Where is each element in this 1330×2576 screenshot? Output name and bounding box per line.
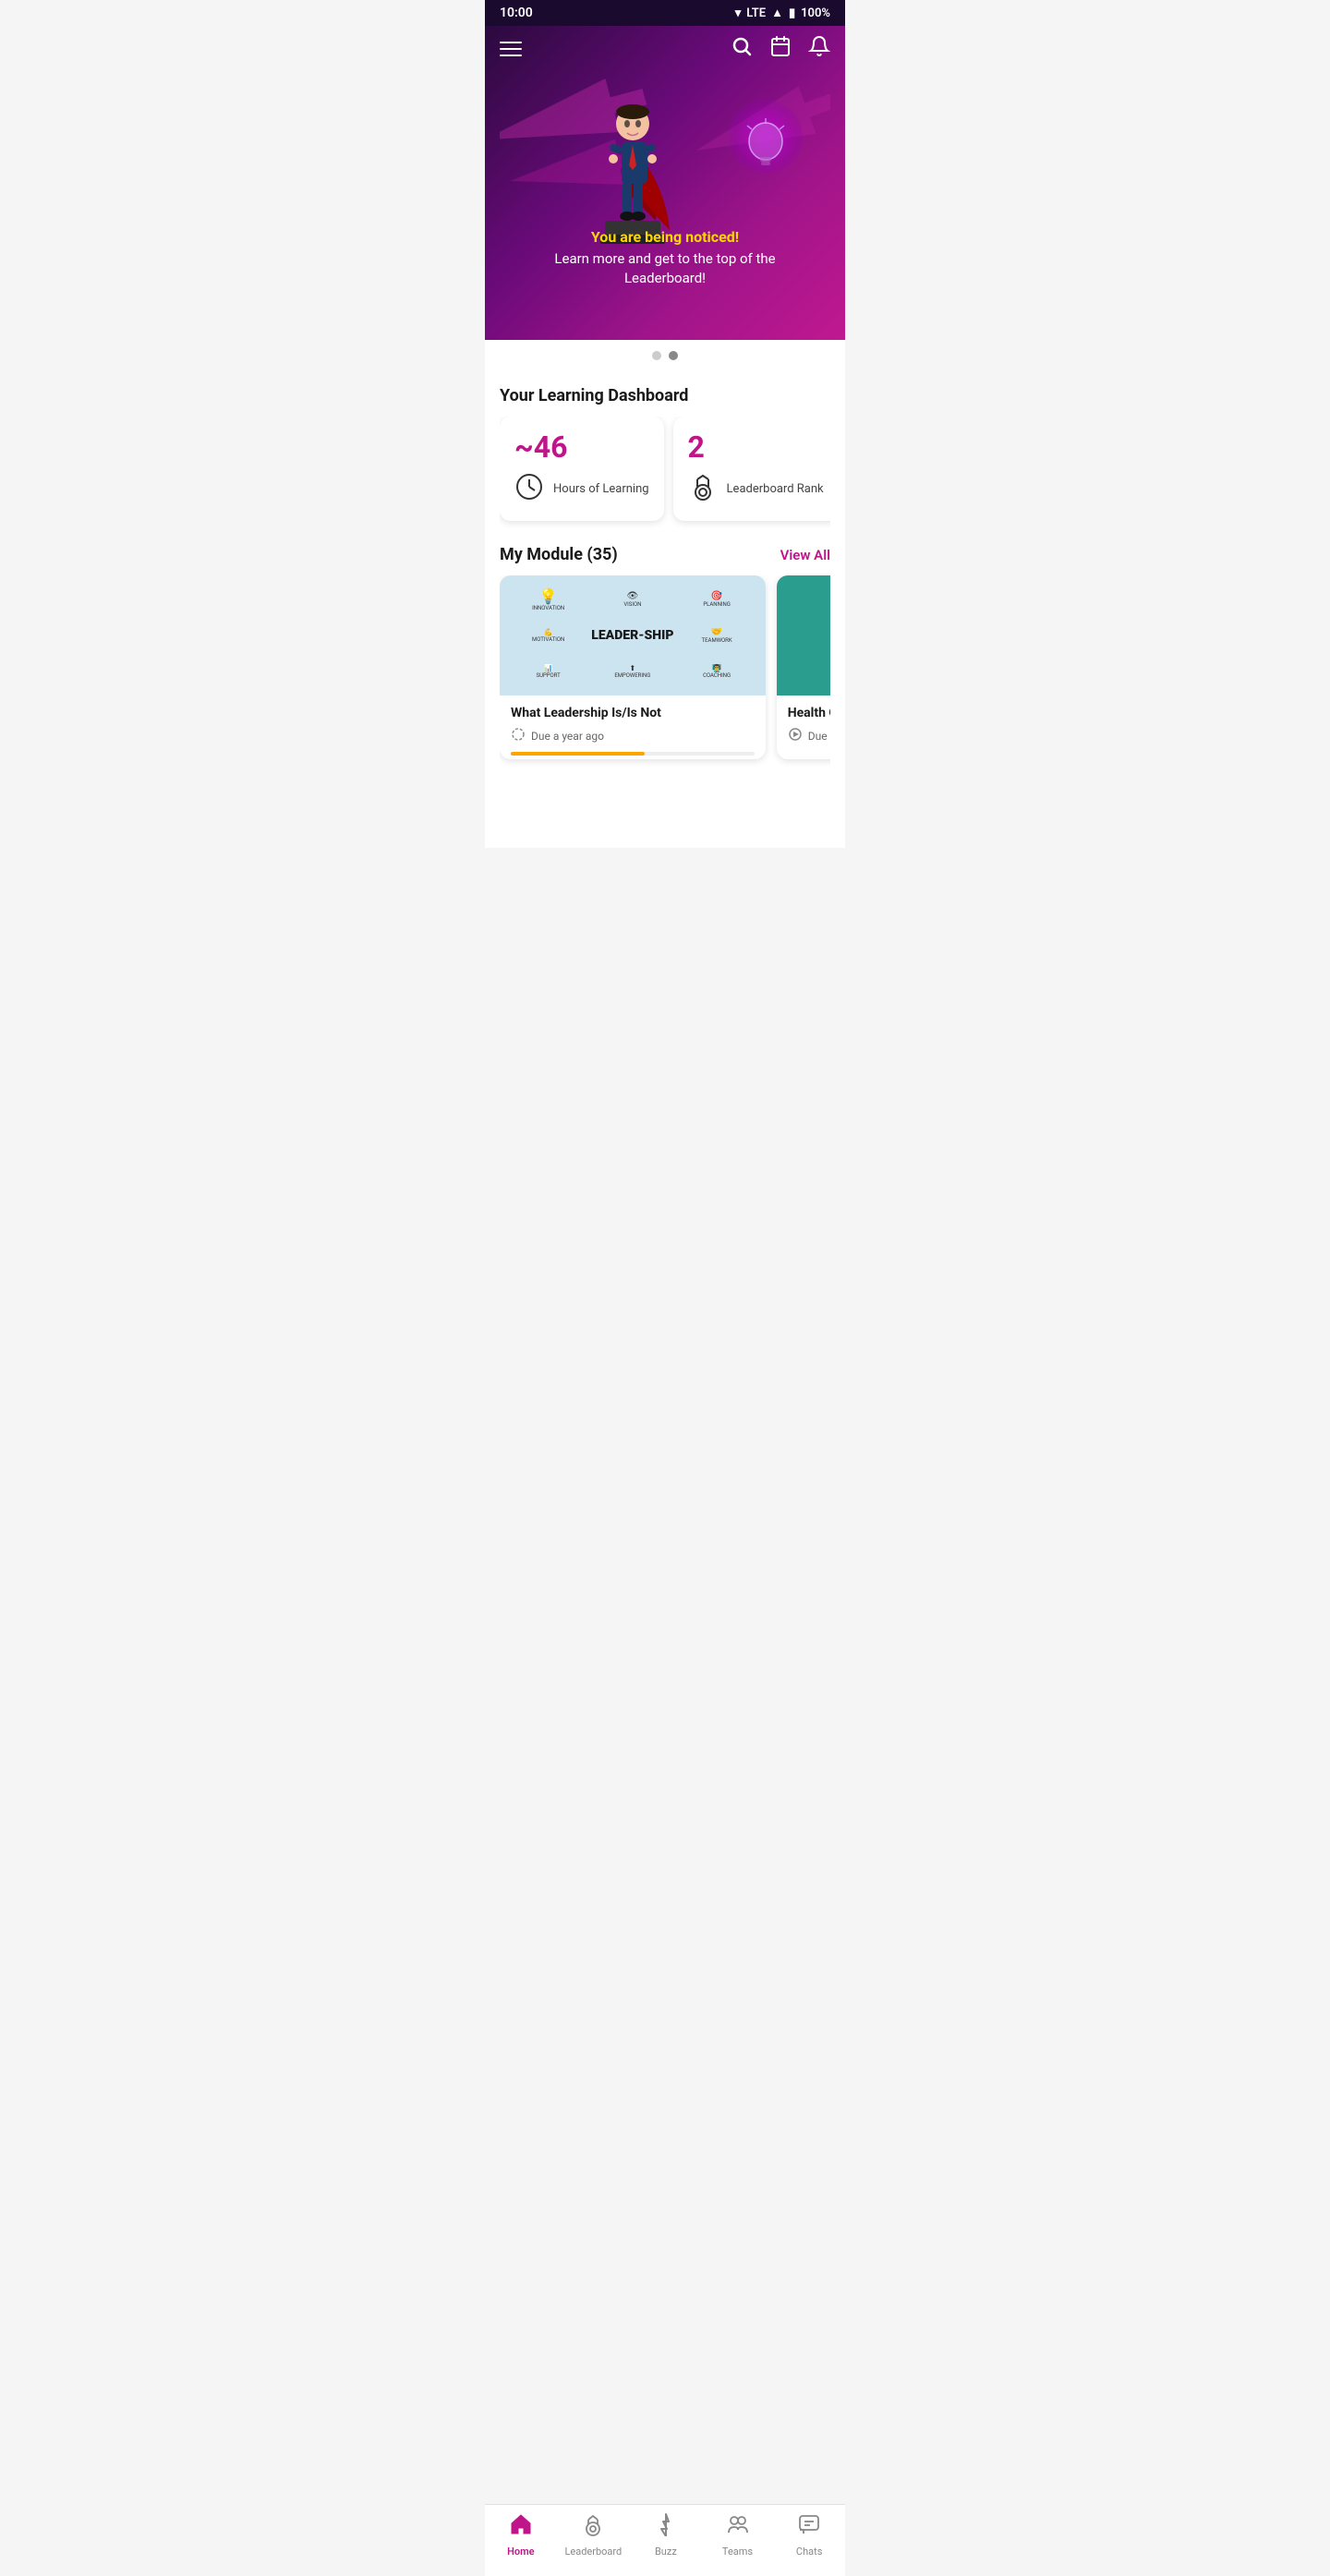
leadership-illustration: 💡INNOVATION 👁VISION 🎯PLANNING 💪MOTIVATIO… — [500, 575, 766, 695]
view-all-button[interactable]: View All — [780, 547, 830, 563]
status-bar: 10:00 ▾ LTE ▲ ▮ 100% — [485, 0, 845, 26]
main-content: Your Learning Dashboard ~46 Hours of Lea… — [485, 371, 845, 848]
battery-level: 100% — [801, 6, 830, 20]
health-card-body: Health Guard Essentials Due a year ago — [777, 695, 830, 756]
clock-icon — [514, 472, 544, 508]
leadership-card-title: What Leadership Is/Is Not — [511, 705, 755, 721]
health-card-image — [777, 575, 830, 695]
hero-banner: You are being noticed! Learn more and ge… — [485, 26, 845, 340]
carousel-dot-2[interactable] — [669, 351, 678, 360]
health-guard-module-card[interactable]: Health Guard Essentials Due a year ago — [777, 575, 830, 759]
dashboard-cards: ~46 Hours of Learning 2 — [500, 417, 830, 530]
calendar-icon[interactable] — [769, 35, 792, 63]
hamburger-menu[interactable] — [500, 42, 522, 56]
notification-icon[interactable] — [808, 35, 830, 63]
health-card-title: Health Guard Essentials — [788, 705, 830, 721]
bulb-illustration — [719, 100, 812, 220]
hero-sub-text: Learn more and get to the top of the Lea… — [527, 249, 803, 288]
search-icon[interactable] — [731, 35, 753, 63]
buzz-nav-icon — [654, 2512, 678, 2542]
chats-nav-label: Chats — [796, 2546, 822, 2558]
home-nav-icon — [509, 2512, 533, 2542]
carousel-dots — [485, 340, 845, 371]
leadership-card-due: Due a year ago — [511, 727, 755, 744]
play-icon — [788, 727, 803, 744]
carousel-dot-1[interactable] — [652, 351, 661, 360]
hours-learning-card: ~46 Hours of Learning — [500, 417, 664, 521]
module-header: My Module (35) View All — [500, 530, 830, 575]
leaderboard-nav-icon — [581, 2512, 605, 2542]
battery-icon: ▮ — [789, 6, 795, 20]
leaderboard-nav-label: Leaderboard — [564, 2546, 622, 2558]
leadership-card-body: What Leadership Is/Is Not Due a year ago — [500, 695, 766, 759]
buzz-nav-label: Buzz — [655, 2546, 677, 2558]
bottom-navigation: Home Leaderboard Buzz — [485, 2504, 845, 2576]
wifi-icon: ▾ — [735, 6, 742, 20]
signal-bars-icon: ▲ — [771, 6, 783, 20]
status-time: 10:00 — [500, 6, 533, 20]
header-top — [500, 35, 830, 63]
home-nav-label: Home — [507, 2546, 535, 2558]
module-cards: 💡INNOVATION 👁VISION 🎯PLANNING 💪MOTIVATIO… — [500, 575, 830, 774]
nav-leaderboard[interactable]: Leaderboard — [564, 2512, 622, 2558]
health-card-due: Due a year ago — [788, 727, 830, 744]
status-right: ▾ LTE ▲ ▮ 100% — [735, 6, 830, 20]
rank-value: 2 — [688, 429, 824, 465]
leadership-progress-bar — [511, 752, 755, 756]
hours-bottom: Hours of Learning — [514, 472, 649, 508]
nav-teams[interactable]: Teams — [710, 2512, 766, 2558]
teams-nav-label: Teams — [722, 2546, 753, 2558]
health-illustration — [777, 575, 830, 695]
nav-home[interactable]: Home — [493, 2512, 549, 2558]
hours-label: Hours of Learning — [553, 482, 649, 498]
header-icons — [731, 35, 830, 63]
hero-illustration: You are being noticed! Learn more and ge… — [500, 72, 830, 312]
leadership-progress-fill — [511, 752, 645, 756]
chats-nav-icon — [797, 2512, 821, 2542]
teams-nav-icon — [726, 2512, 750, 2542]
signal-label: LTE — [746, 6, 766, 20]
hero-text: You are being noticed! Learn more and ge… — [500, 228, 830, 303]
leadership-card-image: 💡INNOVATION 👁VISION 🎯PLANNING 💪MOTIVATIO… — [500, 575, 766, 695]
rank-label: Leaderboard Rank — [727, 482, 824, 498]
medal-icon — [688, 472, 718, 508]
circle-progress-icon — [511, 727, 526, 744]
rank-bottom: Leaderboard Rank — [688, 472, 824, 508]
nav-buzz[interactable]: Buzz — [638, 2512, 694, 2558]
hero-highlight-text: You are being noticed! — [527, 228, 803, 246]
leadership-module-card[interactable]: 💡INNOVATION 👁VISION 🎯PLANNING 💪MOTIVATIO… — [500, 575, 766, 759]
nav-chats[interactable]: Chats — [781, 2512, 837, 2558]
leaderboard-rank-card: 2 Leaderboard Rank — [673, 417, 830, 521]
hours-value: ~46 — [514, 429, 649, 465]
dashboard-title: Your Learning Dashboard — [500, 371, 830, 417]
module-title: My Module (35) — [500, 545, 618, 564]
